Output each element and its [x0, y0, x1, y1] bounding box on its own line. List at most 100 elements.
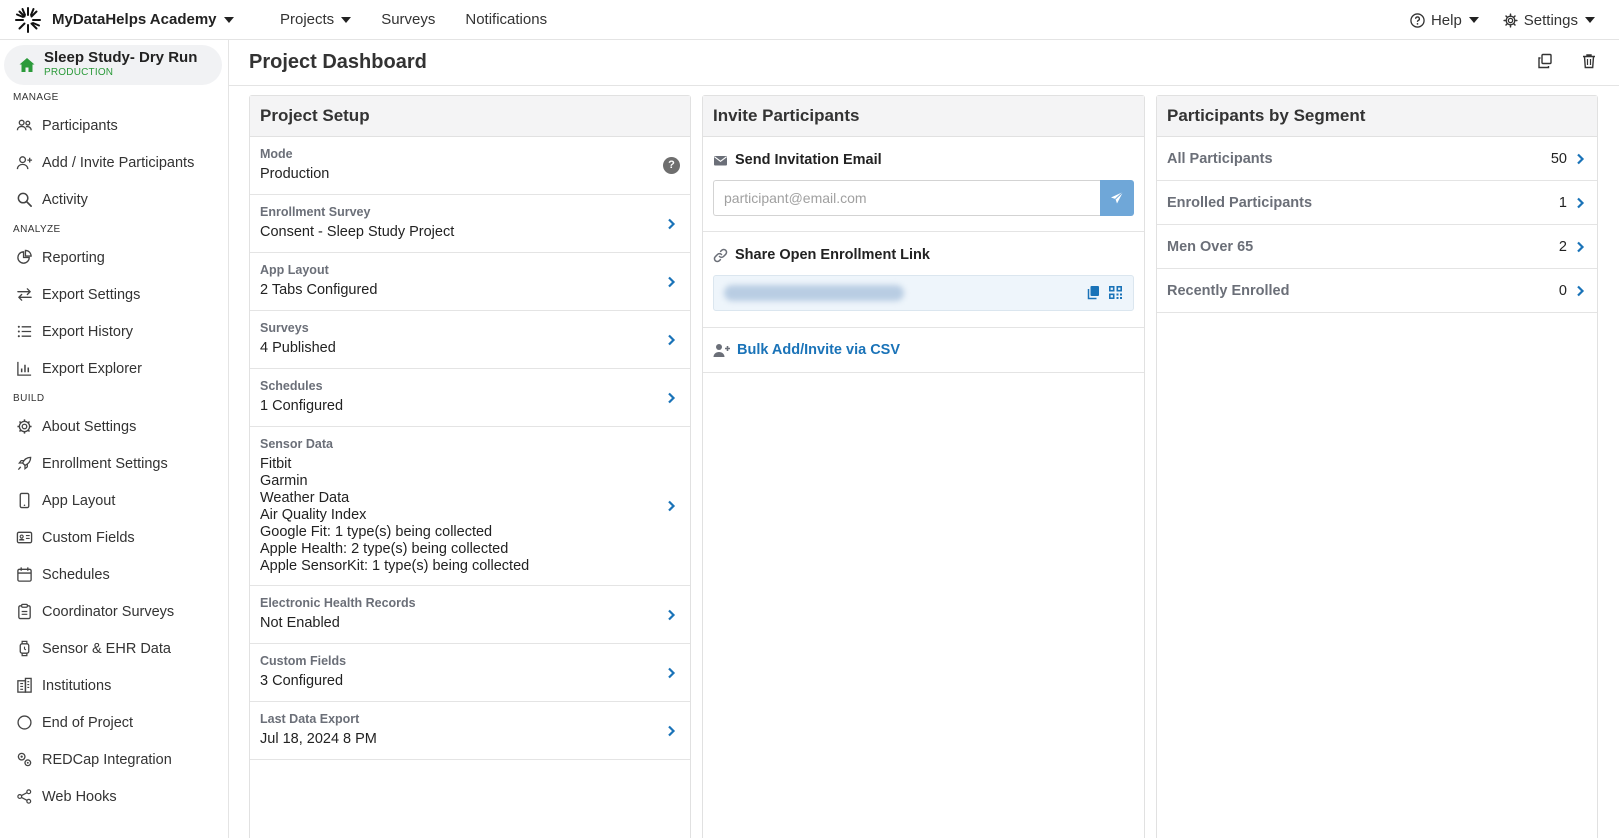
chevron-down-icon — [1468, 17, 1479, 23]
setup-row-surveys[interactable]: Surveys 4 Published — [250, 311, 690, 369]
setup-row-enrollment-survey[interactable]: Enrollment Survey Consent - Sleep Study … — [250, 195, 690, 253]
sidebar-item-sensor-ehr-data[interactable]: Sensor & EHR Data — [0, 630, 228, 667]
settings-menu[interactable]: Settings — [1503, 12, 1595, 29]
copy-icon[interactable] — [1086, 285, 1101, 300]
list-icon — [17, 325, 32, 338]
share-nodes-icon — [17, 789, 32, 804]
sidebar: Sleep Study- Dry Run PRODUCTION MANAGE P… — [0, 40, 229, 838]
home-icon — [19, 58, 35, 72]
copy-icon[interactable] — [1537, 53, 1553, 69]
setup-row-value: Consent - Sleep Study Project — [260, 224, 455, 240]
sidebar-item-label: Export Settings — [42, 286, 141, 303]
setup-row-schedules[interactable]: Schedules 1 Configured — [250, 369, 690, 427]
blurred-enrollment-url — [724, 285, 904, 301]
setup-row-label: Electronic Health Records — [260, 596, 416, 610]
settings-label: Settings — [1523, 11, 1578, 29]
invite-participants-card: Invite Participants Send Invitation Emai… — [702, 95, 1145, 838]
brand-menu[interactable]: MyDataHelps Academy — [0, 4, 280, 36]
sidebar-item-label: Activity — [42, 191, 88, 208]
send-invite-button[interactable] — [1100, 180, 1134, 216]
sidebar-item-add-invite[interactable]: Add / Invite Participants — [0, 144, 228, 181]
email-input[interactable] — [713, 180, 1100, 216]
sidebar-item-redcap-integration[interactable]: REDCap Integration — [0, 741, 228, 778]
page-header: Project Dashboard — [229, 40, 1619, 86]
help-menu[interactable]: Help — [1410, 12, 1479, 29]
question-circle-icon[interactable]: ? — [663, 157, 680, 174]
segment-name: Men Over 65 — [1167, 238, 1254, 255]
nav-projects[interactable]: Projects — [280, 11, 352, 28]
sidebar-item-participants[interactable]: Participants — [0, 107, 228, 144]
segment-count: 50 — [1550, 150, 1567, 167]
users-icon — [16, 119, 32, 131]
chevron-right-icon — [1577, 241, 1585, 252]
mobile-phone-icon — [19, 492, 30, 509]
sidebar-item-coordinator-surveys[interactable]: Coordinator Surveys — [0, 593, 228, 630]
setup-row-value: Production — [260, 166, 330, 182]
project-mode-badge: PRODUCTION — [44, 67, 114, 78]
segments-card: Participants by Segment All Participants… — [1156, 95, 1598, 838]
chevron-right-icon — [668, 500, 676, 512]
nav-notifications-label: Notifications — [465, 11, 548, 28]
sidebar-item-reporting[interactable]: Reporting — [0, 239, 228, 276]
sidebar-item-label: Schedules — [42, 566, 110, 583]
setup-row-label: Custom Fields — [260, 654, 347, 668]
watch-icon — [19, 640, 30, 657]
setup-row-label: Surveys — [260, 321, 309, 335]
bulk-invite-link[interactable]: Bulk Add/Invite via CSV — [713, 328, 1134, 372]
segment-count: 2 — [1558, 238, 1567, 255]
calendar-icon — [17, 567, 32, 582]
id-card-icon — [16, 531, 33, 544]
sidebar-item-label: End of Project — [42, 714, 134, 731]
sidebar-item-label: Export History — [42, 323, 134, 340]
chevron-right-icon — [668, 392, 676, 403]
top-bar: MyDataHelps Academy Projects Surveys Not… — [0, 0, 1619, 40]
enrollment-link-field[interactable] — [713, 275, 1134, 311]
setup-row-label: Last Data Export — [260, 712, 360, 726]
segment-row[interactable]: Recently Enrolled 0 — [1157, 269, 1597, 313]
sidebar-item-label: App Layout — [42, 492, 116, 509]
user-plus-icon — [16, 156, 33, 170]
setup-row-sensor-data[interactable]: Sensor Data Fitbit Garmin Weather Data A… — [250, 427, 690, 586]
chevron-right-icon — [1577, 285, 1585, 296]
setup-row-app-layout[interactable]: App Layout 2 Tabs Configured — [250, 253, 690, 311]
nav-projects-label: Projects — [280, 11, 335, 28]
setup-row-custom-fields[interactable]: Custom Fields 3 Configured — [250, 644, 690, 702]
sidebar-item-schedules[interactable]: Schedules — [0, 556, 228, 593]
setup-row-label: Enrollment Survey — [260, 205, 371, 219]
qr-code-icon[interactable] — [1108, 285, 1123, 300]
sidebar-item-web-hooks[interactable]: Web Hooks — [0, 778, 228, 815]
segment-row[interactable]: All Participants 50 — [1157, 137, 1597, 181]
nav-notifications[interactable]: Notifications — [465, 11, 547, 28]
current-project[interactable]: Sleep Study- Dry Run PRODUCTION — [4, 45, 222, 85]
segment-name: Recently Enrolled — [1167, 282, 1290, 299]
segment-name: Enrolled Participants — [1167, 194, 1313, 211]
share-link-section: Share Open Enrollment Link — [703, 232, 1144, 328]
segment-row[interactable]: Enrolled Participants 1 — [1157, 181, 1597, 225]
sidebar-item-enrollment-settings[interactable]: Enrollment Settings — [0, 445, 228, 482]
link-icon — [713, 248, 728, 262]
sidebar-item-institutions[interactable]: Institutions — [0, 667, 228, 704]
setup-row-ehr[interactable]: Electronic Health Records Not Enabled — [250, 586, 690, 644]
sidebar-item-activity[interactable]: Activity — [0, 181, 228, 218]
project-title: Sleep Study- Dry Run — [44, 49, 198, 66]
project-setup-card: Project Setup Mode Production ? Enrollme… — [249, 95, 691, 838]
setup-row-last-export[interactable]: Last Data Export Jul 18, 2024 8 PM — [250, 702, 690, 760]
sidebar-item-export-explorer[interactable]: Export Explorer — [0, 350, 228, 387]
chevron-down-icon — [1585, 17, 1595, 23]
sidebar-item-custom-fields[interactable]: Custom Fields — [0, 519, 228, 556]
setup-row-label: Sensor Data — [260, 437, 333, 451]
segment-count: 0 — [1558, 282, 1567, 299]
sidebar-item-export-settings[interactable]: Export Settings — [0, 276, 228, 313]
sidebar-item-end-of-project[interactable]: End of Project — [0, 704, 228, 741]
chevron-right-icon — [1577, 197, 1585, 208]
sidebar-item-export-history[interactable]: Export History — [0, 313, 228, 350]
trash-icon[interactable] — [1581, 53, 1597, 69]
segment-row[interactable]: Men Over 65 2 — [1157, 225, 1597, 269]
chevron-right-icon — [668, 218, 676, 229]
chevron-right-icon — [668, 276, 676, 287]
setup-row-label: Schedules — [260, 379, 323, 393]
sidebar-item-about-settings[interactable]: About Settings — [0, 408, 228, 445]
sidebar-item-app-layout[interactable]: App Layout — [0, 482, 228, 519]
nav-surveys[interactable]: Surveys — [381, 11, 435, 28]
setup-row-label: App Layout — [260, 263, 329, 277]
